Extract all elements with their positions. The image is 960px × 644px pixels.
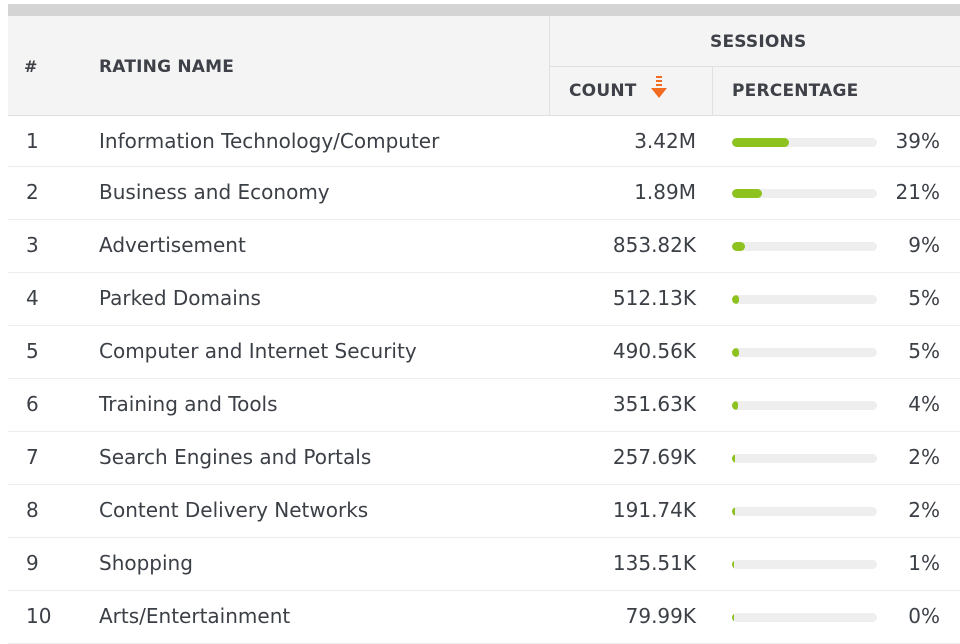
row-number: 5 (26, 339, 39, 363)
table-header: # RATING NAME SESSIONS COUNT PERCENTAGE (8, 16, 960, 116)
percentage-value: 39% (895, 129, 940, 153)
session-count: 512.13K (612, 286, 696, 310)
column-header-rating-name[interactable]: RATING NAME (99, 57, 234, 77)
percentage-value: 1% (908, 551, 940, 575)
percentage-bar (732, 613, 877, 622)
percentage-bar (732, 348, 877, 357)
percentage-bar (732, 401, 877, 410)
row-number: 2 (26, 180, 39, 204)
rating-name: Search Engines and Portals (99, 445, 372, 469)
percentage-bar-fill (732, 613, 734, 622)
sessions-group-header: SESSIONS (549, 16, 960, 67)
percentage-bar-fill (732, 189, 763, 198)
session-count: 1.89M (634, 180, 696, 204)
table-body: 1 Information Technology/Computer 3.42M 39%… (8, 116, 960, 644)
session-count: 351.63K (612, 392, 696, 416)
percentage-bar-fill (732, 454, 735, 463)
rating-name: Business and Economy (99, 180, 330, 204)
table-row[interactable]: 1 Information Technology/Computer 3.42M 39% (8, 116, 960, 167)
percentage-bar-fill (732, 242, 746, 251)
row-number: 3 (26, 233, 39, 257)
rating-name: Computer and Internet Security (99, 339, 417, 363)
percentage-value: 2% (908, 445, 940, 469)
row-number: 6 (26, 392, 39, 416)
row-number: 1 (26, 129, 39, 153)
row-number: 10 (26, 604, 52, 628)
table-row[interactable]: 9 Shopping 135.51K 1% (8, 538, 960, 591)
scrollbar-top[interactable] (8, 4, 960, 16)
percentage-value: 4% (908, 392, 940, 416)
percentage-value: 0% (908, 604, 940, 628)
row-number: 4 (26, 286, 39, 310)
session-count: 257.69K (612, 445, 696, 469)
table-row[interactable]: 10 Arts/Entertainment 79.99K 0% (8, 591, 960, 644)
rating-name: Content Delivery Networks (99, 498, 369, 522)
rating-name: Advertisement (99, 233, 246, 257)
sort-descending-icon[interactable] (649, 75, 669, 101)
percentage-bar (732, 242, 877, 251)
percentage-bar (732, 189, 877, 198)
count-header-cell[interactable]: COUNT (549, 66, 713, 115)
percentage-bar-fill (732, 138, 789, 147)
percentage-bar (732, 138, 877, 147)
column-header-sessions: SESSIONS (710, 32, 807, 52)
percentage-bar-fill (732, 348, 740, 357)
column-header-percentage[interactable]: PERCENTAGE (732, 81, 858, 101)
percentage-value: 5% (908, 339, 940, 363)
rating-name: Information Technology/Computer (99, 129, 440, 153)
percentage-bar-fill (732, 401, 738, 410)
percentage-bar (732, 454, 877, 463)
percentage-value: 21% (895, 180, 940, 204)
row-number: 7 (26, 445, 39, 469)
column-header-count[interactable]: COUNT (569, 81, 637, 101)
table-row[interactable]: 7 Search Engines and Portals 257.69K 2% (8, 432, 960, 485)
percentage-bar (732, 295, 877, 304)
table-row[interactable]: 5 Computer and Internet Security 490.56K 5% (8, 326, 960, 379)
table-row[interactable]: 4 Parked Domains 512.13K 5% (8, 273, 960, 326)
row-number: 8 (26, 498, 39, 522)
row-number: 9 (26, 551, 39, 575)
session-count: 490.56K (612, 339, 696, 363)
percentage-bar (732, 560, 877, 569)
percentage-bar-fill (732, 507, 735, 516)
ratings-table: # RATING NAME SESSIONS COUNT PERCENTAGE … (8, 16, 960, 644)
percentage-bar-fill (732, 295, 740, 304)
table-row[interactable]: 3 Advertisement 853.82K 9% (8, 220, 960, 273)
percentage-value: 2% (908, 498, 940, 522)
session-count: 3.42M (634, 129, 696, 153)
session-count: 853.82K (612, 233, 696, 257)
column-header-number[interactable]: # (24, 57, 38, 77)
session-count: 79.99K (625, 604, 696, 628)
rating-name: Parked Domains (99, 286, 261, 310)
percentage-bar (732, 507, 877, 516)
table-row[interactable]: 6 Training and Tools 351.63K 4% (8, 379, 960, 432)
percentage-value: 9% (908, 233, 940, 257)
rating-name: Arts/Entertainment (99, 604, 291, 628)
session-count: 191.74K (612, 498, 696, 522)
session-count: 135.51K (612, 551, 696, 575)
rating-name: Training and Tools (99, 392, 278, 416)
percentage-value: 5% (908, 286, 940, 310)
percentage-bar-fill (732, 560, 734, 569)
table-row[interactable]: 8 Content Delivery Networks 191.74K 2% (8, 485, 960, 538)
table-row[interactable]: 2 Business and Economy 1.89M 21% (8, 167, 960, 220)
rating-name: Shopping (99, 551, 193, 575)
